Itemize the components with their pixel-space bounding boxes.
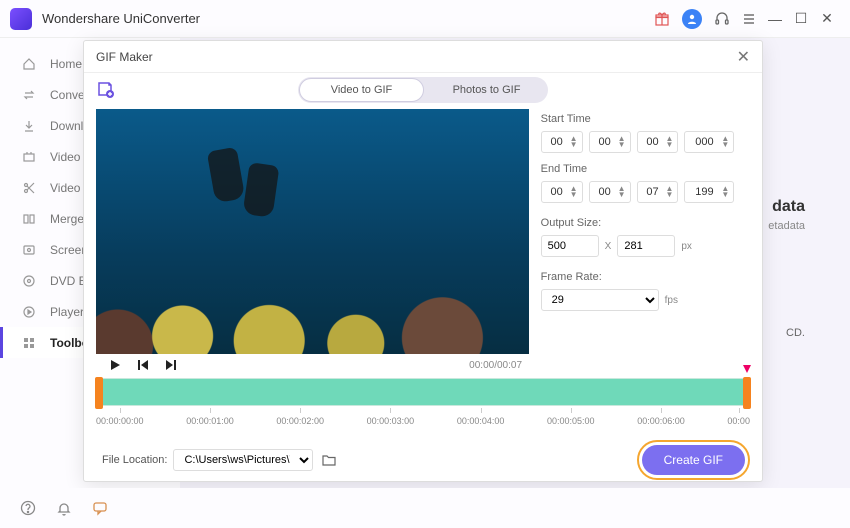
spinner-arrows-icon[interactable]: ▲▼ — [618, 136, 626, 148]
converter-icon — [20, 86, 38, 104]
download-icon — [20, 117, 38, 135]
grid-icon — [20, 334, 38, 352]
start-ms-input[interactable]: ▲▼ — [684, 131, 734, 153]
video-preview[interactable] — [96, 109, 529, 354]
spinner-arrows-icon[interactable]: ▲▼ — [666, 136, 674, 148]
bell-icon[interactable] — [56, 500, 72, 516]
spinner-arrows-icon[interactable]: ▲▼ — [570, 136, 578, 148]
start-hh-input[interactable]: ▲▼ — [541, 131, 583, 153]
create-gif-button[interactable]: Create GIF — [642, 445, 745, 475]
sidebar-item-label: Player — [50, 305, 84, 319]
compress-icon — [20, 148, 38, 166]
maximize-button[interactable]: ☐ — [788, 10, 814, 27]
add-file-icon[interactable] — [96, 80, 116, 100]
end-mm-input[interactable]: ▲▼ — [589, 181, 631, 203]
timeline-ruler: 00:00:00:00 00:00:01:00 00:00:02:00 00:0… — [96, 416, 750, 426]
help-icon[interactable] — [20, 500, 36, 516]
spinner-arrows-icon[interactable]: ▲▼ — [570, 186, 578, 198]
account-icon[interactable] — [682, 9, 702, 29]
fps-unit: fps — [665, 295, 678, 306]
next-frame-button[interactable] — [164, 358, 178, 372]
bottom-bar — [0, 488, 850, 528]
home-icon — [20, 55, 38, 73]
disc-icon — [20, 272, 38, 290]
hamburger-icon[interactable] — [742, 12, 756, 26]
sidebar-item-label: Home — [50, 57, 82, 71]
feedback-icon[interactable] — [92, 500, 108, 516]
timeline-track[interactable] — [96, 378, 750, 406]
main-area: data etadata CD. GIF Maker ✕ Video to GI… — [180, 38, 850, 488]
frame-rate-label: Frame Rate: — [541, 271, 750, 283]
spinner-arrows-icon[interactable]: ▲▼ — [721, 186, 729, 198]
output-height-input[interactable] — [617, 235, 675, 257]
start-ss-input[interactable]: ▲▼ — [637, 131, 679, 153]
modal-title: GIF Maker — [96, 50, 153, 64]
titlebar: Wondershare UniConverter — ☐ ✕ — [0, 0, 850, 38]
controls-panel: Start Time ▲▼ ▲▼ ▲▼ ▲▼ End Time ▲▼ ▲▼ ▲▼… — [541, 109, 750, 354]
size-unit: px — [681, 241, 692, 252]
close-button[interactable]: ✕ — [814, 10, 840, 27]
frame-rate-select[interactable]: 29 — [541, 289, 659, 311]
end-time-label: End Time — [541, 163, 750, 175]
spinner-arrows-icon[interactable]: ▲▼ — [721, 136, 729, 148]
spinner-arrows-icon[interactable]: ▲▼ — [666, 186, 674, 198]
scissors-icon — [20, 179, 38, 197]
start-mm-input[interactable]: ▲▼ — [589, 131, 631, 153]
gift-icon[interactable] — [654, 11, 670, 27]
app-title: Wondershare UniConverter — [42, 11, 200, 26]
file-location-select[interactable]: C:\Users\ws\Pictures\Wonders — [173, 449, 313, 471]
output-width-input[interactable] — [541, 235, 599, 257]
minimize-button[interactable]: — — [762, 11, 788, 27]
end-hh-input[interactable]: ▲▼ — [541, 181, 583, 203]
spinner-arrows-icon[interactable]: ▲▼ — [618, 186, 626, 198]
prev-frame-button[interactable] — [136, 358, 150, 372]
app-logo-icon — [10, 8, 32, 30]
tab-photos-to-gif[interactable]: Photos to GIF — [425, 77, 548, 103]
play-icon — [20, 303, 38, 321]
mode-tabs: Video to GIF Photos to GIF — [298, 77, 548, 103]
time-display: 00:00/00:07 — [469, 360, 522, 371]
modal-close-button[interactable]: ✕ — [737, 47, 750, 67]
timeline-start-handle[interactable] — [95, 377, 103, 409]
timeline-end-handle[interactable] — [743, 377, 751, 409]
merge-icon — [20, 210, 38, 228]
output-size-label: Output Size: — [541, 217, 750, 229]
tab-video-to-gif[interactable]: Video to GIF — [299, 78, 424, 102]
headset-icon[interactable] — [714, 11, 730, 27]
gif-maker-modal: GIF Maker ✕ Video to GIF Photos to GIF S… — [83, 40, 763, 482]
file-location-label: File Location: — [102, 454, 167, 466]
end-ss-input[interactable]: ▲▼ — [637, 181, 679, 203]
open-folder-icon[interactable] — [321, 453, 337, 467]
start-time-label: Start Time — [541, 113, 750, 125]
play-button[interactable] — [108, 358, 122, 372]
end-ms-input[interactable]: ▲▼ — [684, 181, 734, 203]
size-sep: X — [605, 241, 612, 252]
record-icon — [20, 241, 38, 259]
create-button-highlight: Create GIF — [637, 440, 750, 480]
